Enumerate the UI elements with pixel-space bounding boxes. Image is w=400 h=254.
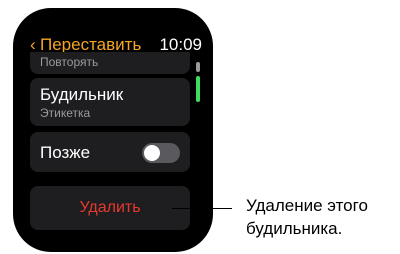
- toggle-knob: [144, 145, 160, 161]
- snooze-cell: Позже: [30, 132, 190, 172]
- alarm-label-cell[interactable]: Будильник Этикетка: [30, 78, 190, 126]
- alarm-sublabel: Этикетка: [40, 106, 91, 120]
- scroll-thumb: [196, 76, 200, 102]
- delete-button-label: Удалить: [79, 199, 141, 216]
- watch-screen: ‹ Переставить 10:09 Повторять Будильник …: [13, 8, 213, 252]
- snooze-toggle[interactable]: [142, 143, 180, 163]
- scroll-indicator[interactable]: [196, 62, 200, 102]
- snooze-label: Позже: [40, 143, 91, 162]
- callout-line: [172, 208, 232, 209]
- callout-text: Удаление этого будильника.: [246, 194, 396, 240]
- callout-line-2: будильника.: [246, 219, 343, 238]
- repeat-label: Повторять: [40, 55, 99, 69]
- delete-button[interactable]: Удалить: [30, 186, 190, 230]
- scroll-indicator-top: [196, 62, 200, 72]
- callout-line-1: Удаление этого: [246, 196, 368, 215]
- alarm-title: Будильник: [40, 85, 124, 104]
- repeat-cell[interactable]: Повторять: [30, 52, 190, 74]
